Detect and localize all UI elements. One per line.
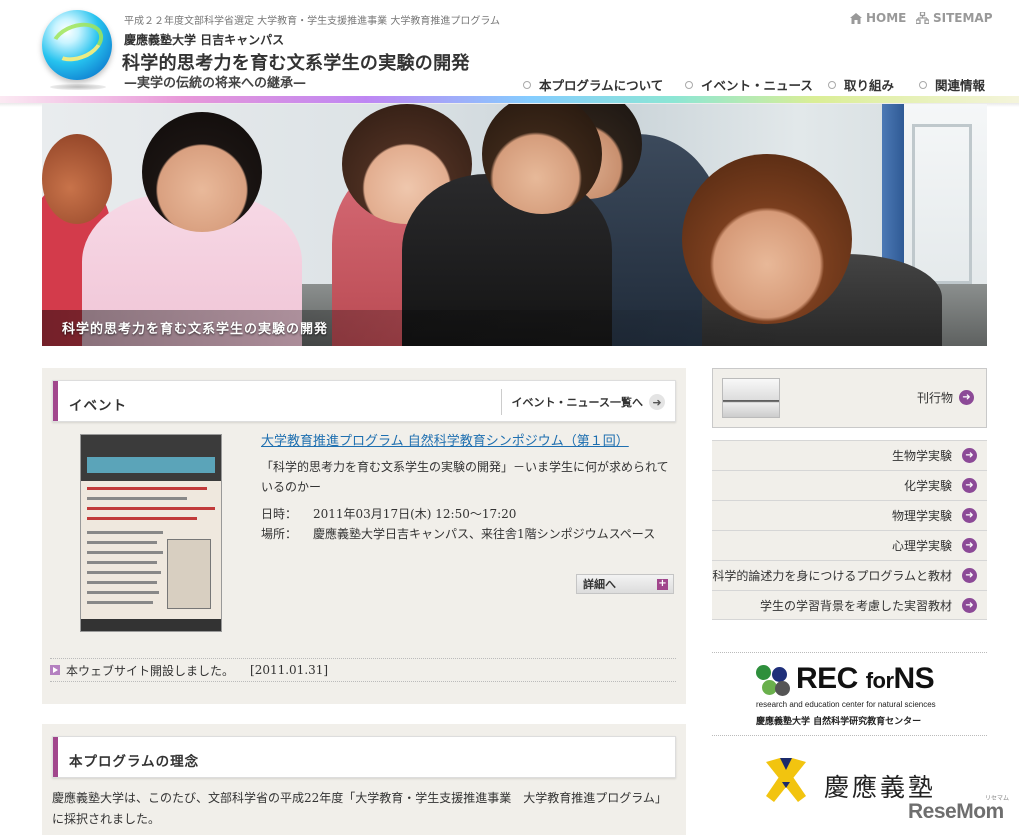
event-title-link[interactable]: 大学教育推進プログラム 自然科学教育シンポジウム（第１回） [261, 430, 629, 449]
play-bullet-icon [50, 665, 60, 675]
site-logo[interactable] [42, 10, 112, 80]
home-link[interactable]: HOME [850, 11, 906, 25]
publications-label: 刊行物 [916, 391, 953, 405]
sidebar-item-label: 科学的論述力を身につけるプログラムと教材 [712, 569, 952, 583]
logo-shadow [50, 84, 106, 90]
sidebar-item-label: 生物学実験 [891, 449, 952, 463]
arrow-right-circle-icon: ➜ [962, 568, 977, 583]
molecule-icon [756, 665, 790, 697]
sidebar-item-label: 物理学実験 [891, 509, 952, 523]
header-rainbow-bar [0, 96, 1019, 103]
circle-bullet-icon [523, 80, 531, 89]
nav-events-news[interactable]: イベント・ニュース [685, 75, 813, 94]
nav-about-label: 本プログラムについて [539, 78, 664, 93]
arrow-right-icon: ➜ [649, 394, 665, 410]
nav-events-news-label: イベント・ニュース [701, 78, 813, 93]
arrow-right-circle-icon: ➜ [962, 478, 977, 493]
site-header: 平成２２年度文部科学省選定 大学教育・学生支援推進事業 大学教育推進プログラム … [0, 0, 1019, 107]
news-item[interactable]: 本ウェブサイト開設しました。 [2011.01.31] [50, 658, 676, 682]
rec-for-ns-banner[interactable]: REC forNS research and education center … [712, 652, 987, 736]
event-detail-label: 詳細へ [583, 578, 616, 591]
rec-logo-main: REC [796, 662, 858, 695]
hero-caption: 科学的思考力を育む文系学生の実験の開発 [62, 322, 329, 337]
events-heading-bar: イベント イベント・ニュース一覧へ ➜ [52, 380, 676, 422]
event-place-row: 場所： 慶應義塾大学日吉キャンパス、来往舎1階シンポジウムスペース [261, 524, 675, 544]
arrow-right-circle-icon: ➜ [959, 390, 974, 405]
sidebar-item-label: 学生の学習背景を考慮した実習教材 [759, 598, 952, 613]
publications-link[interactable]: 刊行物 ➜ [712, 368, 987, 428]
home-label: HOME [866, 11, 907, 25]
sidebar-item-learning-background[interactable]: 学生の学習背景を考慮した実習教材 ➜ [712, 590, 987, 620]
publications-label-wrap: 刊行物 ➜ [917, 389, 974, 406]
heading-accent [53, 737, 58, 777]
arrow-right-circle-icon: ➜ [962, 508, 977, 523]
event-datetime-value: 2011年03月17日(木) 12:50～17:20 [313, 507, 517, 521]
nav-initiatives[interactable]: 取り組み [828, 75, 894, 94]
event-datetime-row: 日時： 2011年03月17日(木) 12:50～17:20 [261, 504, 675, 524]
event-datetime-key: 日時： [261, 507, 298, 521]
heading-accent [53, 381, 58, 421]
rec-english-name: research and education center for natura… [756, 700, 936, 709]
event-description: 「科学的思考力を育む文系学生の実験の開発」－いま学生に何が求められているのかー [261, 460, 669, 494]
arrow-right-circle-icon: ➜ [962, 597, 977, 613]
events-list-label: イベント・ニュース一覧へ [511, 396, 643, 409]
rec-logo-text: REC forNS [796, 662, 935, 696]
resemom-watermark: ReseMom [908, 800, 1004, 823]
sidebar-item-scientific-writing[interactable]: 科学的論述力を身につけるプログラムと教材 ➜ [712, 560, 987, 590]
rec-logo-ns: NS [893, 662, 935, 695]
sidebar-item-biology[interactable]: 生物学実験 ➜ [712, 440, 987, 470]
keio-name: 慶應義塾 [824, 773, 937, 802]
plus-icon: + [657, 578, 668, 590]
event-poster-image[interactable] [80, 434, 222, 632]
header-campus: 慶應義塾大学 日吉キャンパス [124, 33, 285, 47]
event-place-key: 場所： [261, 527, 298, 541]
sitemap-label: SITEMAP [933, 11, 993, 25]
sidebar-item-psychology[interactable]: 心理学実験 ➜ [712, 530, 987, 560]
sidebar-item-physics[interactable]: 物理学実験 ➜ [712, 500, 987, 530]
resemom-watermark-small: リセマム [985, 795, 1010, 802]
nav-related-label: 関連情報 [935, 78, 986, 93]
event-place-value: 慶應義塾大学日吉キャンパス、来往舎1階シンポジウムスペース [313, 527, 656, 541]
rec-japanese-name: 慶應義塾大学 自然科学研究教育センター [756, 717, 922, 727]
philosophy-text: 慶應義塾大学は、このたび、文部科学省の平成22年度「大学教育・学生支援推進事業 … [52, 791, 667, 826]
arrow-right-circle-icon: ➜ [962, 448, 977, 463]
home-icon [850, 12, 862, 24]
sitemap-link[interactable]: SITEMAP [916, 11, 993, 25]
rec-logo-for: for [865, 668, 894, 693]
event-detail-button[interactable]: 詳細へ + [576, 574, 674, 594]
keio-pen-emblem-icon [766, 758, 806, 802]
circle-bullet-icon [685, 80, 693, 89]
sitemap-icon [916, 12, 929, 24]
site-tagline: —実学の伝統の将来への継承— [124, 76, 307, 91]
nav-related[interactable]: 関連情報 [919, 75, 985, 94]
hero-image: 科学的思考力を育む文系学生の実験の開発 [42, 104, 987, 346]
philosophy-heading-bar: 本プログラムの理念 [52, 736, 676, 778]
circle-bullet-icon [828, 80, 836, 89]
sidebar-menu: 生物学実験 ➜ 化学実験 ➜ 物理学実験 ➜ 心理学実験 ➜ 科学的論述力を身につけるプ… [712, 440, 987, 620]
nav-about[interactable]: 本プログラムについて [523, 75, 663, 94]
news-date: [2011.01.31] [250, 663, 329, 677]
philosophy-heading: 本プログラムの理念 [69, 754, 200, 770]
arrow-right-circle-icon: ➜ [962, 538, 977, 553]
sidebar-item-label: 化学実験 [903, 479, 952, 493]
book-thumbnail [722, 378, 780, 418]
nav-initiatives-label: 取り組み [844, 78, 895, 93]
events-list-link[interactable]: イベント・ニュース一覧へ ➜ [500, 389, 665, 415]
sidebar-item-label: 心理学実験 [891, 539, 952, 553]
circle-bullet-icon [919, 80, 927, 89]
events-heading: イベント [69, 398, 127, 414]
header-subtitle: 平成２２年度文部科学省選定 大学教育・学生支援推進事業 大学教育推進プログラム [124, 16, 501, 27]
sidebar-item-chemistry[interactable]: 化学実験 ➜ [712, 470, 987, 500]
news-text: 本ウェブサイト開設しました。 [66, 663, 235, 678]
